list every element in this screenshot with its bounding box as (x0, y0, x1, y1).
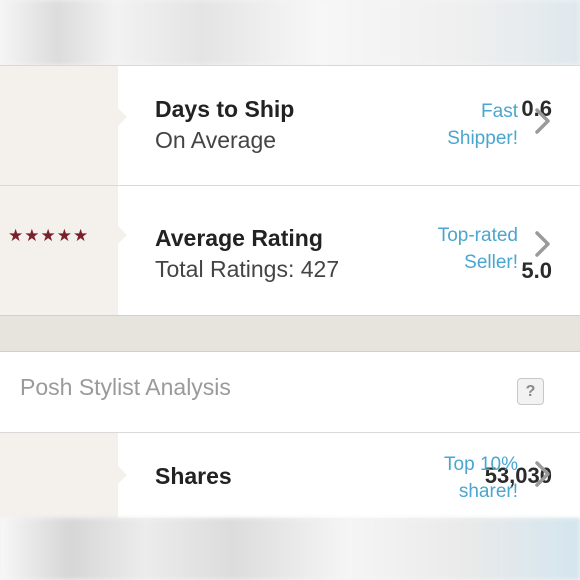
blurred-bottom-edge (0, 518, 580, 580)
blurred-top-edge (0, 0, 580, 65)
stat-value-panel (0, 186, 118, 315)
panel-notch (118, 108, 127, 126)
chevron-right-icon[interactable] (532, 107, 554, 135)
average-rating-title: Average Rating (155, 225, 323, 251)
stat-row-days-to-ship[interactable]: 0.6 Days to Ship On Average Fast Shipper… (0, 65, 580, 185)
stat-value-panel (0, 66, 118, 185)
stat-value-panel (0, 433, 118, 518)
posh-stylist-analysis-header: Posh Stylist Analysis ? (0, 352, 580, 432)
chevron-right-icon[interactable] (532, 460, 554, 488)
chevron-right-icon[interactable] (532, 230, 554, 258)
section-divider (0, 315, 580, 352)
star-rating: ★★★★★ (8, 226, 90, 245)
badge-line-2: sharer! (458, 481, 518, 502)
panel-notch (118, 466, 127, 484)
stat-row-shares[interactable]: 53,030 Shares Top 10% sharer! (0, 432, 580, 518)
badge-line-1: Fast (481, 101, 518, 122)
total-ratings-subtitle: Total Ratings: 427 (155, 256, 340, 282)
badge-line-2: Seller! (464, 252, 518, 273)
days-to-ship-subtitle: On Average (155, 127, 277, 153)
badge-line-1: Top 10% (444, 454, 518, 475)
badge-line-1: Top-rated (437, 225, 518, 246)
top-rated-seller-badge[interactable]: Top-rated Seller! (438, 222, 518, 276)
shares-title: Shares (155, 463, 232, 489)
panel-notch (118, 226, 127, 244)
average-rating-value: 5.0 (521, 258, 552, 283)
section-title: Posh Stylist Analysis (20, 374, 231, 400)
badge-line-2: Shipper! (447, 128, 518, 149)
fast-shipper-badge[interactable]: Fast Shipper! (447, 98, 518, 152)
help-icon[interactable]: ? (517, 378, 544, 405)
stat-row-average-rating[interactable]: ★★★★★ 5.0 Average Rating Total Ratings: … (0, 185, 580, 315)
days-to-ship-title: Days to Ship (155, 96, 295, 122)
top-sharer-badge[interactable]: Top 10% sharer! (444, 451, 518, 505)
